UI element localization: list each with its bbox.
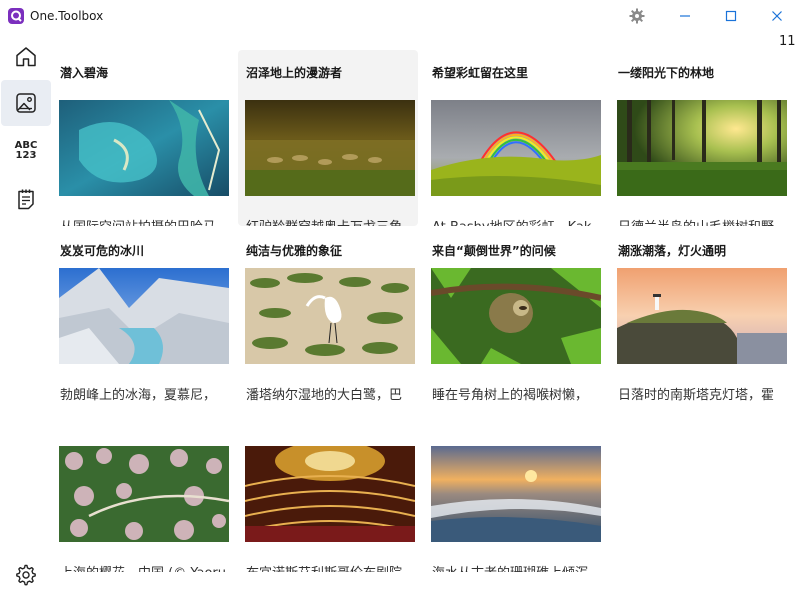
wallpaper-thumbnail[interactable] bbox=[617, 268, 787, 364]
card-title: 潮涨潮落，灯火通明 bbox=[618, 244, 727, 258]
card-caption: 红驴羚群穿越奥卡万戈三角 bbox=[246, 216, 416, 226]
wallpaper-card[interactable]: 海水从古老的珊瑚礁上倾泻 bbox=[424, 396, 604, 572]
abc-123-icon: ABC 123 bbox=[15, 141, 38, 161]
wallpaper-thumbnail[interactable] bbox=[59, 268, 229, 364]
sidebar-item-wallpaper[interactable] bbox=[1, 80, 51, 126]
wallpaper-card[interactable]: 上海的樱花，中国 (© Yaoru bbox=[52, 396, 232, 572]
title-bar: One.Toolbox bbox=[0, 0, 800, 32]
wallpaper-thumbnail[interactable] bbox=[245, 268, 415, 364]
close-icon bbox=[772, 11, 782, 21]
card-title: 来自“颠倒世界”的问候 bbox=[432, 244, 556, 258]
titlebar-settings-button[interactable] bbox=[614, 0, 660, 32]
minimize-button[interactable] bbox=[662, 0, 708, 32]
wallpaper-thumbnail[interactable] bbox=[431, 446, 601, 542]
sidebar-item-settings[interactable] bbox=[0, 552, 52, 598]
wallpaper-card[interactable]: 沼泽地上的漫游者 红驴羚群穿越奥卡万戈三角 bbox=[238, 50, 418, 226]
sidebar-item-text[interactable]: ABC 123 bbox=[0, 128, 52, 174]
card-caption: 海水从古老的珊瑚礁上倾泻 bbox=[432, 562, 602, 572]
card-title: 希望彩虹留在这里 bbox=[432, 66, 529, 80]
wallpaper-card[interactable]: 潜入碧海 从国际空间站拍摄的巴哈马 bbox=[52, 50, 232, 226]
wallpaper-thumbnail[interactable] bbox=[59, 100, 229, 196]
card-title: 沼泽地上的漫游者 bbox=[246, 66, 343, 80]
image-icon bbox=[16, 93, 36, 113]
numbers-label: 123 bbox=[15, 150, 37, 161]
card-caption: 从国际空间站拍摄的巴哈马 bbox=[60, 216, 230, 226]
minimize-icon bbox=[680, 15, 690, 17]
wallpaper-thumbnail[interactable] bbox=[431, 268, 601, 364]
wallpaper-card[interactable]: 布宜诺斯艾利斯哥伦布剧院 bbox=[238, 396, 418, 572]
card-caption: At-Bashy地区的彩虹，Kak bbox=[432, 216, 602, 226]
home-icon bbox=[16, 47, 36, 67]
gear-icon bbox=[629, 8, 645, 24]
close-button[interactable] bbox=[754, 0, 800, 32]
wallpaper-card[interactable]: 潮涨潮落，灯火通明 日落时的南斯塔克灯塔，霍 bbox=[610, 228, 790, 404]
card-title: 纯洁与优雅的象征 bbox=[246, 244, 343, 258]
notepad-icon bbox=[18, 189, 34, 210]
app-title: One.Toolbox bbox=[30, 9, 104, 23]
sidebar: ABC 123 bbox=[0, 32, 52, 600]
wallpaper-card[interactable]: 希望彩虹留在这里 At-Bashy地区的彩虹，Kak bbox=[424, 50, 604, 226]
maximize-icon bbox=[725, 10, 737, 22]
maximize-button[interactable] bbox=[708, 0, 754, 32]
gear-icon bbox=[16, 564, 36, 586]
wallpaper-card[interactable]: 岌岌可危的冰川 勃朗峰上的冰海，夏慕尼， bbox=[52, 228, 232, 404]
card-caption: 布宜诺斯艾利斯哥伦布剧院 bbox=[246, 562, 416, 572]
card-title: 潜入碧海 bbox=[60, 66, 109, 80]
sidebar-item-home[interactable] bbox=[0, 34, 52, 80]
card-caption: 上海的樱花，中国 (© Yaoru bbox=[60, 562, 230, 572]
card-caption: 日落时的南斯塔克灯塔，霍 bbox=[618, 388, 775, 403]
wallpaper-grid: 潜入碧海 从国际空间站拍摄的巴哈马 沼泽地上的漫游者 bbox=[52, 40, 792, 600]
wallpaper-thumbnail[interactable] bbox=[245, 100, 415, 196]
wallpaper-card[interactable]: 纯洁与优雅的象征 潘塔纳尔湿地的大白鹭，巴 bbox=[238, 228, 418, 404]
wallpaper-thumbnail[interactable] bbox=[617, 100, 787, 196]
wallpaper-thumbnail[interactable] bbox=[59, 446, 229, 542]
wallpaper-thumbnail[interactable] bbox=[245, 446, 415, 542]
wallpaper-card[interactable]: 一缕阳光下的林地 日德兰半岛的山毛榉树和野 bbox=[610, 50, 790, 226]
app-logo-icon bbox=[8, 8, 24, 24]
card-caption: 日德兰半岛的山毛榉树和野 bbox=[618, 216, 788, 226]
card-title: 一缕阳光下的林地 bbox=[618, 66, 715, 80]
sidebar-item-notes[interactable] bbox=[0, 176, 52, 222]
card-title: 岌岌可危的冰川 bbox=[60, 244, 145, 258]
wallpaper-card[interactable]: 来自“颠倒世界”的问候 睡在号角树上的褐喉树懒， bbox=[424, 228, 604, 404]
wallpaper-thumbnail[interactable] bbox=[431, 100, 601, 196]
